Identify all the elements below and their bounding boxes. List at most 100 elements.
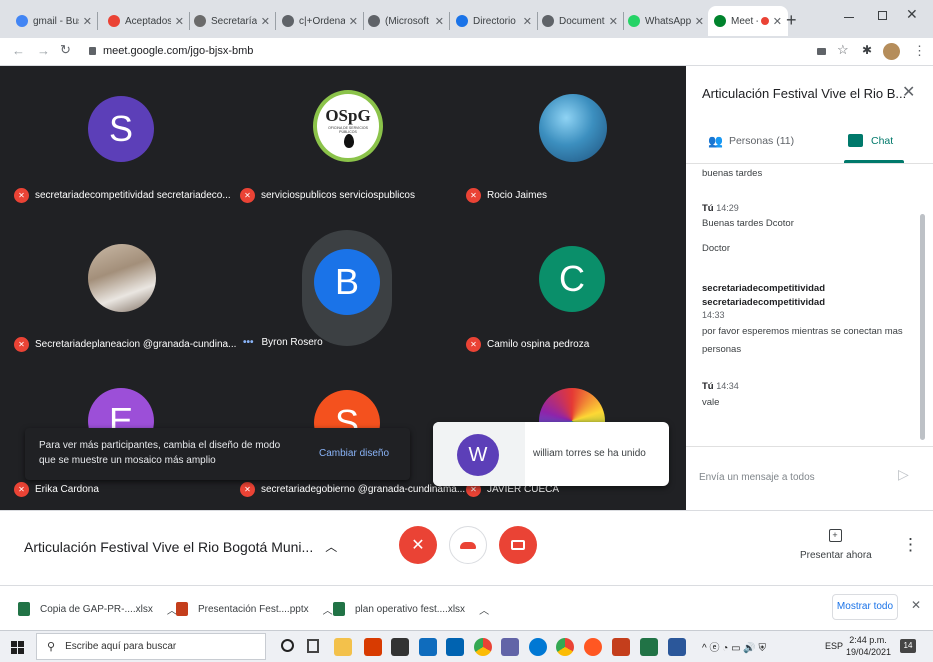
osdg-logo: OSpG OFICINA DE SERVICIOS PÚBLICOS (313, 90, 383, 162)
browser-tab[interactable]: Aceptados ✕ (102, 6, 190, 36)
system-tray-icons[interactable]: ^ ⓔ ◔ ▭ 🔊 ⛨ (702, 639, 766, 654)
windows-start-icon[interactable] (11, 641, 24, 654)
chat-time: 14:33 (702, 310, 725, 320)
tab-people[interactable]: 👥 Personas (11) (708, 134, 794, 148)
participant-label: ✕ Erika Cardona (14, 482, 99, 497)
app-icon[interactable] (419, 638, 437, 656)
browser-tab[interactable]: Secretaría d ✕ (188, 6, 276, 36)
close-downloads-icon[interactable]: ✕ (911, 598, 921, 612)
office-icon[interactable] (364, 638, 382, 656)
panel-title: Articulación Festival Vive el Rio B... (702, 86, 907, 101)
meeting-controls-bar: Articulación Festival Vive el Rio Bogotá… (0, 510, 933, 585)
web-icon (282, 15, 294, 27)
present-now-button[interactable]: + Presentar ahora (800, 529, 872, 561)
microphone-toggle-button[interactable]: ✕ (399, 526, 437, 564)
close-tab-icon[interactable]: ✕ (435, 15, 444, 28)
more-options-icon[interactable]: ⋮ (902, 535, 919, 555)
close-window-icon[interactable]: ✕ (906, 6, 918, 23)
chrome-icon[interactable] (556, 638, 574, 656)
participant-photo-room (88, 244, 156, 312)
mic-off-icon: ✕ (14, 482, 29, 497)
meeting-details-button[interactable]: Articulación Festival Vive el Rio Bogotá… (24, 538, 337, 555)
chevron-up-icon[interactable]: ︿ (479, 602, 489, 617)
restore-icon[interactable] (878, 11, 887, 20)
browser-tab[interactable]: gmail - Bus ✕ (10, 6, 98, 36)
change-layout-button[interactable]: Cambiar diseño (319, 448, 389, 459)
browser-tab[interactable]: WhatsApp ✕ (622, 6, 710, 36)
browser-tab-label: Directorio d (473, 15, 519, 27)
word-icon[interactable] (668, 638, 686, 656)
mail-icon[interactable] (446, 638, 464, 656)
doc-icon (456, 15, 468, 27)
taskbar-clock[interactable]: 2:44 p.m. 19/04/2021 (846, 634, 891, 658)
download-item[interactable]: Presentación Fest....pptx ︿ (176, 599, 333, 619)
powerpoint-file-icon (176, 602, 188, 616)
chat-sender: secretariadecompetitividad secretariadec… (702, 283, 826, 308)
bookmark-star-icon[interactable]: ☆ (837, 42, 849, 58)
camera-toggle-button[interactable] (499, 526, 537, 564)
close-tab-icon[interactable]: ✕ (773, 15, 782, 28)
download-item[interactable]: Copia de GAP-PR-....xlsx ︿ (18, 599, 177, 619)
browser-tab-label: gmail - Bus (33, 15, 79, 27)
chat-message: por favor esperemos mientras se conectan… (702, 326, 903, 355)
address-bar: ← → ↻ meet.google.com/jgo-bjsx-bmb ☆ ✱ ⋮ (0, 38, 933, 66)
browser-tab-label: WhatsApp (645, 15, 691, 27)
chevron-up-icon[interactable]: ︿ (323, 602, 333, 617)
back-icon[interactable]: ← (12, 43, 25, 58)
forward-icon[interactable]: → (37, 43, 50, 58)
notifications-icon[interactable]: 14 (900, 639, 916, 653)
browser-tab[interactable]: Meet - ✕ (708, 6, 788, 36)
browser-tab-label: (Microsoft (385, 15, 429, 27)
new-tab-button[interactable]: + (786, 10, 797, 31)
minimize-icon[interactable] (844, 17, 854, 18)
edge-icon[interactable] (529, 638, 547, 656)
web-icon (368, 15, 380, 27)
browser-tab[interactable]: Directorio d ✕ (450, 6, 538, 36)
close-tab-icon[interactable]: ✕ (609, 15, 618, 28)
close-tab-icon[interactable]: ✕ (523, 15, 532, 28)
browser-app-icon[interactable] (584, 638, 602, 656)
camera-off-icon (511, 540, 525, 550)
download-item[interactable]: plan operativo fest....xlsx ︿ (333, 599, 489, 619)
taskbar-search[interactable]: ⚲ Escribe aquí para buscar (36, 633, 266, 660)
browser-tab[interactable]: Documento ✕ (536, 6, 624, 36)
show-all-downloads-button[interactable]: Mostrar todo (832, 594, 898, 620)
camera-indicator-icon[interactable] (817, 48, 826, 55)
task-view-icon[interactable] (307, 639, 319, 653)
excel-icon[interactable] (640, 638, 658, 656)
chat-scrollbar[interactable] (920, 214, 925, 440)
security-icon[interactable] (501, 638, 519, 656)
close-tab-icon[interactable]: ✕ (695, 15, 704, 28)
excel-file-icon (18, 602, 30, 616)
tab-chat[interactable]: Chat (848, 134, 893, 147)
close-tab-icon[interactable]: ✕ (175, 15, 184, 28)
mic-off-icon: ✕ (14, 337, 29, 352)
close-panel-icon[interactable]: ✕ (902, 82, 915, 102)
extensions-icon[interactable]: ✱ (862, 43, 872, 57)
windows-taskbar: ⚲ Escribe aquí para buscar ^ ⓔ ◔ ▭ 🔊 ⛨ E… (0, 630, 933, 662)
tab-separator (97, 12, 98, 30)
mic-off-icon: ✕ (240, 482, 255, 497)
profile-avatar[interactable] (883, 43, 900, 60)
store-icon[interactable] (391, 638, 409, 656)
close-tab-icon[interactable]: ✕ (261, 15, 270, 28)
chat-input[interactable]: Envía un mensaje a todos (699, 472, 815, 483)
close-tab-icon[interactable]: ✕ (349, 15, 358, 28)
close-tab-icon[interactable]: ✕ (83, 15, 92, 28)
browser-tab[interactable]: c|+Ordena ✕ (276, 6, 364, 36)
input-language[interactable]: ESP (825, 641, 843, 651)
downloads-bar: Copia de GAP-PR-....xlsx ︿ Presentación F… (0, 585, 933, 630)
browser-tab[interactable]: (Microsoft ✕ (362, 6, 450, 36)
cortana-icon[interactable] (281, 639, 294, 652)
browser-menu-icon[interactable]: ⋮ (913, 43, 926, 59)
file-explorer-icon[interactable] (334, 638, 352, 656)
leave-call-button[interactable] (449, 526, 487, 564)
chrome-app-icon[interactable] (474, 638, 492, 656)
lock-icon[interactable] (89, 47, 96, 55)
powerpoint-icon[interactable] (612, 638, 630, 656)
send-icon[interactable]: ▷ (898, 466, 909, 483)
reload-icon[interactable]: ↻ (60, 42, 71, 58)
tab-strip: gmail - Bus✕Aceptados✕Secretaría d✕c|+Or… (0, 0, 933, 38)
url-field[interactable]: meet.google.com/jgo-bjsx-bmb (103, 45, 253, 57)
participant-label: ••• Byron Rosero (243, 337, 323, 348)
